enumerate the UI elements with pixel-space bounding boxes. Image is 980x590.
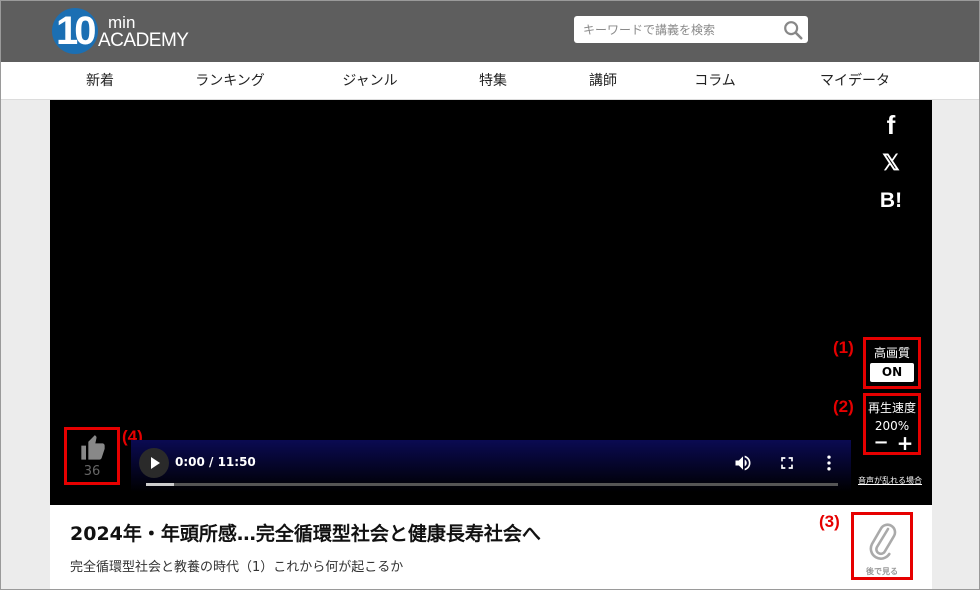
video-player[interactable]: f 𝕏 B! (1) 高画質 ON (2) 再生速度 200% − + 36 (… — [50, 100, 932, 505]
watch-later-label: 後で見る — [866, 567, 898, 576]
speed-label: 再生速度 — [867, 401, 916, 415]
speed-decrease-button[interactable]: − — [872, 434, 890, 452]
nav-item-lecturer[interactable]: 講師 — [573, 62, 633, 100]
lecture-info: 2024年・年頭所感…完全循環型社会と健康長寿社会へ 完全循環型社会と教養の時代… — [50, 505, 932, 590]
progress-bar[interactable] — [146, 483, 838, 486]
search-box — [574, 16, 808, 43]
thumbs-up-icon — [81, 435, 105, 460]
quality-label: 高画質 — [873, 346, 910, 360]
quality-toggle[interactable]: ON — [870, 363, 914, 382]
nav-item-ranking[interactable]: ランキング — [180, 62, 280, 100]
speed-increase-button[interactable]: + — [896, 433, 914, 453]
facebook-share-icon[interactable]: f — [876, 110, 906, 140]
lecture-title: 2024年・年頭所感…完全循環型社会と健康長寿社会へ — [70, 523, 541, 545]
like-count: 36 — [83, 464, 101, 479]
watch-later-button[interactable]: 後で見る — [851, 512, 913, 580]
nav-item-shinchaku[interactable]: 新着 — [70, 62, 130, 100]
audio-issue-link[interactable]: 音声が乱れる場合 — [858, 475, 922, 486]
x-share-icon[interactable]: 𝕏 — [876, 148, 906, 178]
nav-item-column[interactable]: コラム — [670, 62, 760, 100]
site-header: 10 min ACADEMY — [0, 0, 980, 62]
play-icon — [151, 457, 160, 469]
player-controls: 0:00 / 11:50 — [131, 440, 851, 492]
progress-fill — [146, 483, 174, 486]
playback-time: 0:00 / 11:50 — [175, 455, 256, 469]
nav-item-feature[interactable]: 特集 — [463, 62, 523, 100]
site-logo[interactable]: 10 min ACADEMY — [50, 6, 200, 56]
speed-control: 再生速度 200% − + — [863, 393, 921, 455]
nav-items-layer: 新着 ランキング ジャンル 特集 講師 コラム マイデータ — [0, 62, 980, 100]
nav-item-mydata[interactable]: マイデータ — [800, 62, 910, 100]
quality-control: 高画質 ON — [863, 337, 921, 389]
logo-academy: ACADEMY — [98, 30, 189, 51]
like-button[interactable]: 36 — [64, 427, 120, 485]
hatena-bookmark-icon[interactable]: B! — [876, 186, 906, 216]
play-button[interactable] — [139, 448, 169, 478]
fullscreen-icon[interactable] — [777, 453, 797, 473]
volume-icon[interactable] — [733, 453, 753, 473]
logo-number: 10 — [56, 9, 96, 53]
paperclip-icon — [869, 523, 897, 560]
annotation-2: (2) — [833, 397, 854, 416]
annotation-3: (3) — [819, 512, 840, 531]
nav-item-genre[interactable]: ジャンル — [320, 62, 420, 100]
more-options-icon[interactable] — [819, 453, 839, 473]
search-input[interactable] — [574, 16, 778, 43]
lecture-subtitle: 完全循環型社会と教養の時代（1）これから何が起こるか — [70, 560, 404, 575]
annotation-1: (1) — [833, 338, 854, 357]
search-icon[interactable] — [782, 19, 804, 41]
